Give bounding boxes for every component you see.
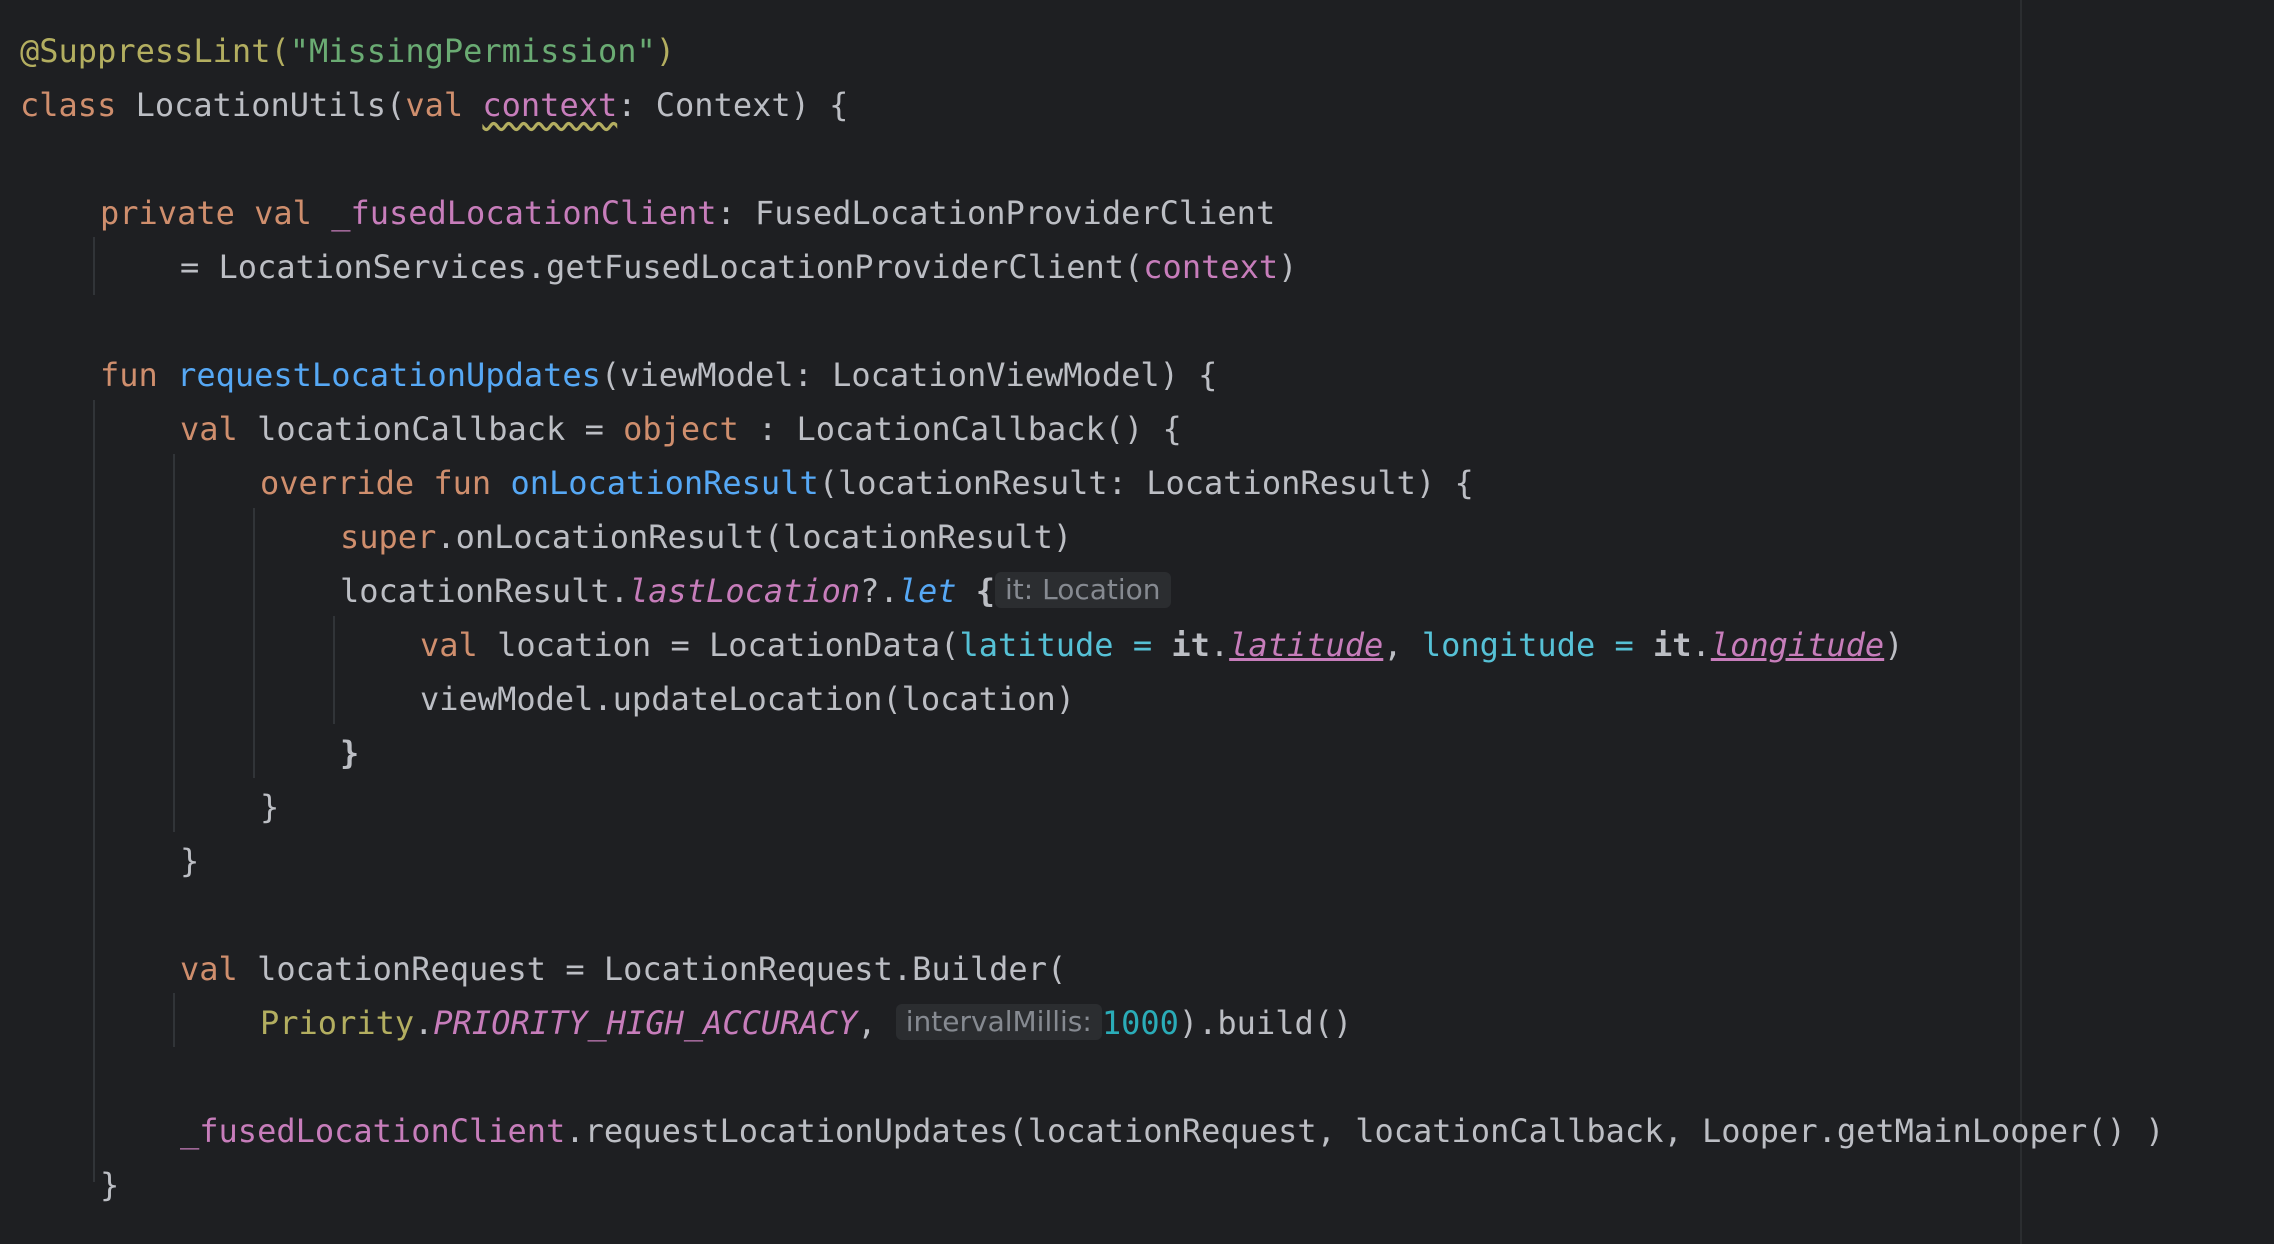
property-name: _fusedLocationClient (180, 1112, 566, 1150)
annotation-close: ) (655, 32, 676, 70)
keyword-class: class (20, 86, 117, 124)
keyword-private: private (100, 194, 235, 232)
priority-class: Priority (260, 1004, 415, 1042)
request-updates-call: .requestLocationUpdates(locationRequest,… (565, 1112, 2165, 1150)
parameter-inlay-hint[interactable]: intervalMillis: (895, 1004, 1102, 1040)
keyword-fun: fun (100, 356, 158, 394)
assignment-expression: = LocationServices.getFusedLocationProvi… (180, 248, 1144, 286)
it-keyword: it (1171, 626, 1210, 664)
code-line-16: } (180, 834, 199, 888)
named-arg-longitude: longitude = (1421, 626, 1653, 664)
keyword-fun: fun (433, 464, 492, 502)
paren-close: ) (1278, 248, 1298, 286)
receiver: locationResult. (340, 572, 629, 610)
indent-guide (173, 993, 175, 1047)
function-signature: (viewModel: LocationViewModel) { (600, 356, 1218, 394)
code-line-11: locationResult.lastLocation?.let {it: Lo… (340, 564, 1171, 618)
keyword-super: super (340, 518, 437, 556)
code-line-9: override fun onLocationResult(locationRe… (260, 456, 1474, 510)
variable-decl: location = LocationData( (477, 626, 960, 664)
code-line-7: fun requestLocationUpdates(viewModel: Lo… (100, 348, 1217, 402)
object-type: : LocationCallback() { (738, 410, 1182, 448)
annotation-token: @SuppressLint( (20, 32, 290, 70)
named-arg-latitude: latitude = (959, 626, 1172, 664)
keyword-val: val (420, 626, 478, 664)
number-literal: 1000 (1101, 1004, 1179, 1042)
indent-guide (93, 400, 95, 1182)
priority-constant: PRIORITY_HIGH_ACCURACY (433, 1004, 858, 1042)
keyword-val: val (254, 194, 312, 232)
property-type: : FusedLocationProviderClient (716, 194, 1276, 232)
it-keyword: it (1653, 626, 1692, 664)
dot: . (1691, 626, 1711, 664)
comma: , (857, 1004, 896, 1042)
code-line-4: private val _fusedLocationClient: FusedL… (100, 186, 1275, 240)
keyword-val: val (405, 86, 464, 124)
code-line-1: @SuppressLint("MissingPermission") (20, 24, 675, 78)
longitude-property: longitude (1710, 626, 1885, 664)
code-line-22: } (100, 1158, 119, 1212)
right-margin-guide (2020, 0, 2022, 1244)
code-line-10: super.onLocationResult(locationResult) (340, 510, 1072, 564)
type-inlay-hint[interactable]: it: Location (995, 572, 1171, 608)
function-name: requestLocationUpdates (177, 356, 601, 394)
indent-guide (93, 237, 95, 295)
variable-decl: locationCallback = (237, 410, 624, 448)
indent-guide (173, 454, 175, 832)
class-name: LocationUtils( (116, 86, 406, 124)
code-line-15: } (260, 780, 279, 834)
code-line-2: class LocationUtils(val context: Context… (20, 78, 848, 132)
safe-call-operator: ?. (860, 572, 899, 610)
code-line-12: val location = LocationData(latitude = i… (420, 618, 1903, 672)
function-name: onLocationResult (510, 464, 819, 502)
dot: . (1209, 626, 1230, 664)
string-token: "MissingPermission" (289, 32, 656, 70)
build-call: ).build() (1178, 1004, 1353, 1042)
brace-close: } (100, 1166, 120, 1204)
keyword-object: object (623, 410, 739, 448)
code-line-13: viewModel.updateLocation(location) (420, 672, 1075, 726)
last-location-property: lastLocation (628, 572, 861, 610)
constructor-rest: : Context) { (617, 86, 849, 124)
code-line-19: Priority.PRIORITY_HIGH_ACCURACY, interva… (260, 996, 1352, 1050)
builder-call: locationRequest = LocationRequest.Builde… (237, 950, 1067, 988)
keyword-override: override (260, 464, 415, 502)
indent-guide (333, 616, 335, 724)
super-call: .onLocationResult(locationResult) (436, 518, 1073, 556)
code-line-18: val locationRequest = LocationRequest.Bu… (180, 942, 1066, 996)
brace-close: } (340, 734, 360, 772)
property-name: _fusedLocationClient (331, 194, 717, 232)
indent-guide (253, 508, 255, 778)
update-location-call: viewModel.updateLocation(location) (420, 680, 1076, 718)
context-arg: context (1143, 248, 1279, 286)
brace-close: } (180, 842, 200, 880)
comma: , (1383, 626, 1422, 664)
function-signature: (locationResult: LocationResult) { (818, 464, 1474, 502)
code-line-21: _fusedLocationClient.requestLocationUpda… (180, 1104, 2164, 1158)
latitude-property: latitude (1229, 626, 1384, 664)
context-param-warning[interactable]: context (482, 86, 617, 124)
keyword-val: val (180, 410, 238, 448)
dot: . (414, 1004, 434, 1042)
brace-open: { (975, 572, 996, 610)
brace-close: } (260, 788, 280, 826)
code-line-8: val locationCallback = object : Location… (180, 402, 1182, 456)
code-editor[interactable]: @SuppressLint("MissingPermission") class… (0, 0, 2274, 1244)
paren-close: ) (1884, 626, 1904, 664)
code-line-5: = LocationServices.getFusedLocationProvi… (180, 240, 1297, 294)
keyword-val: val (180, 950, 238, 988)
code-line-14: } (340, 726, 359, 780)
let-function: let (898, 572, 957, 610)
